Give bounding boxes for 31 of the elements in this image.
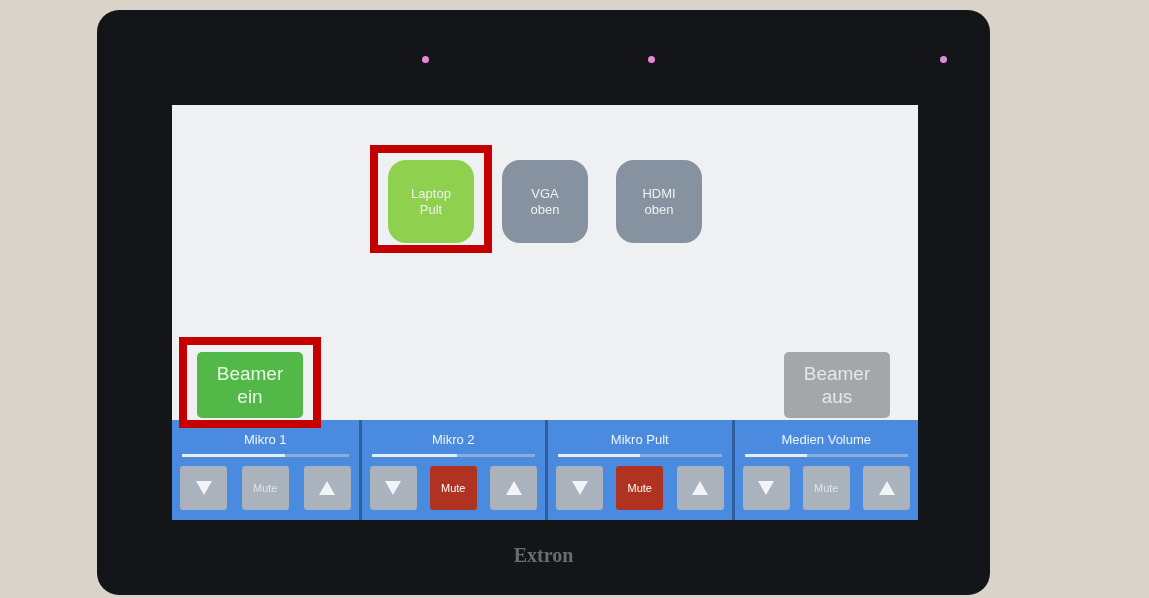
down-triangle-icon (194, 480, 213, 496)
down-triangle-icon (570, 480, 589, 496)
channel-label: Medien Volume (781, 432, 872, 448)
up-triangle-icon (691, 480, 709, 496)
indicator-light-icon (940, 56, 947, 63)
indicator-light-icon (422, 56, 429, 63)
channel-label: Mikro 2 (431, 432, 475, 448)
mute-button[interactable]: Mute (616, 466, 664, 510)
down-triangle-icon (757, 480, 775, 496)
volume-up-button[interactable] (490, 466, 537, 510)
source-button[interactable]: HDMI oben (616, 160, 702, 243)
volume-down-button[interactable] (556, 466, 603, 510)
down-triangle-icon (384, 480, 402, 496)
volume-down-button[interactable] (369, 466, 417, 510)
up-triangle-icon (504, 480, 523, 496)
projector-button[interactable]: Beamer aus (784, 352, 890, 418)
channel-label: Mikro 1 (243, 432, 287, 448)
up-triangle-icon (877, 480, 896, 496)
source-button[interactable]: Laptop Pult (388, 160, 474, 243)
volume-up-button[interactable] (863, 466, 910, 510)
volume-up-button[interactable] (303, 466, 351, 510)
indicator-light-icon (648, 56, 655, 63)
volume-down-button[interactable] (180, 466, 227, 510)
volume-up-button[interactable] (676, 466, 724, 510)
channel-label: Mikro Pult (610, 432, 669, 448)
up-triangle-icon (318, 480, 336, 496)
mute-button[interactable]: Mute (429, 466, 477, 510)
volume-down-button[interactable] (742, 466, 790, 510)
source-button[interactable]: VGA oben (502, 160, 588, 243)
projector-button[interactable]: Beamer ein (197, 352, 303, 418)
device-logo: Extron (513, 543, 574, 568)
